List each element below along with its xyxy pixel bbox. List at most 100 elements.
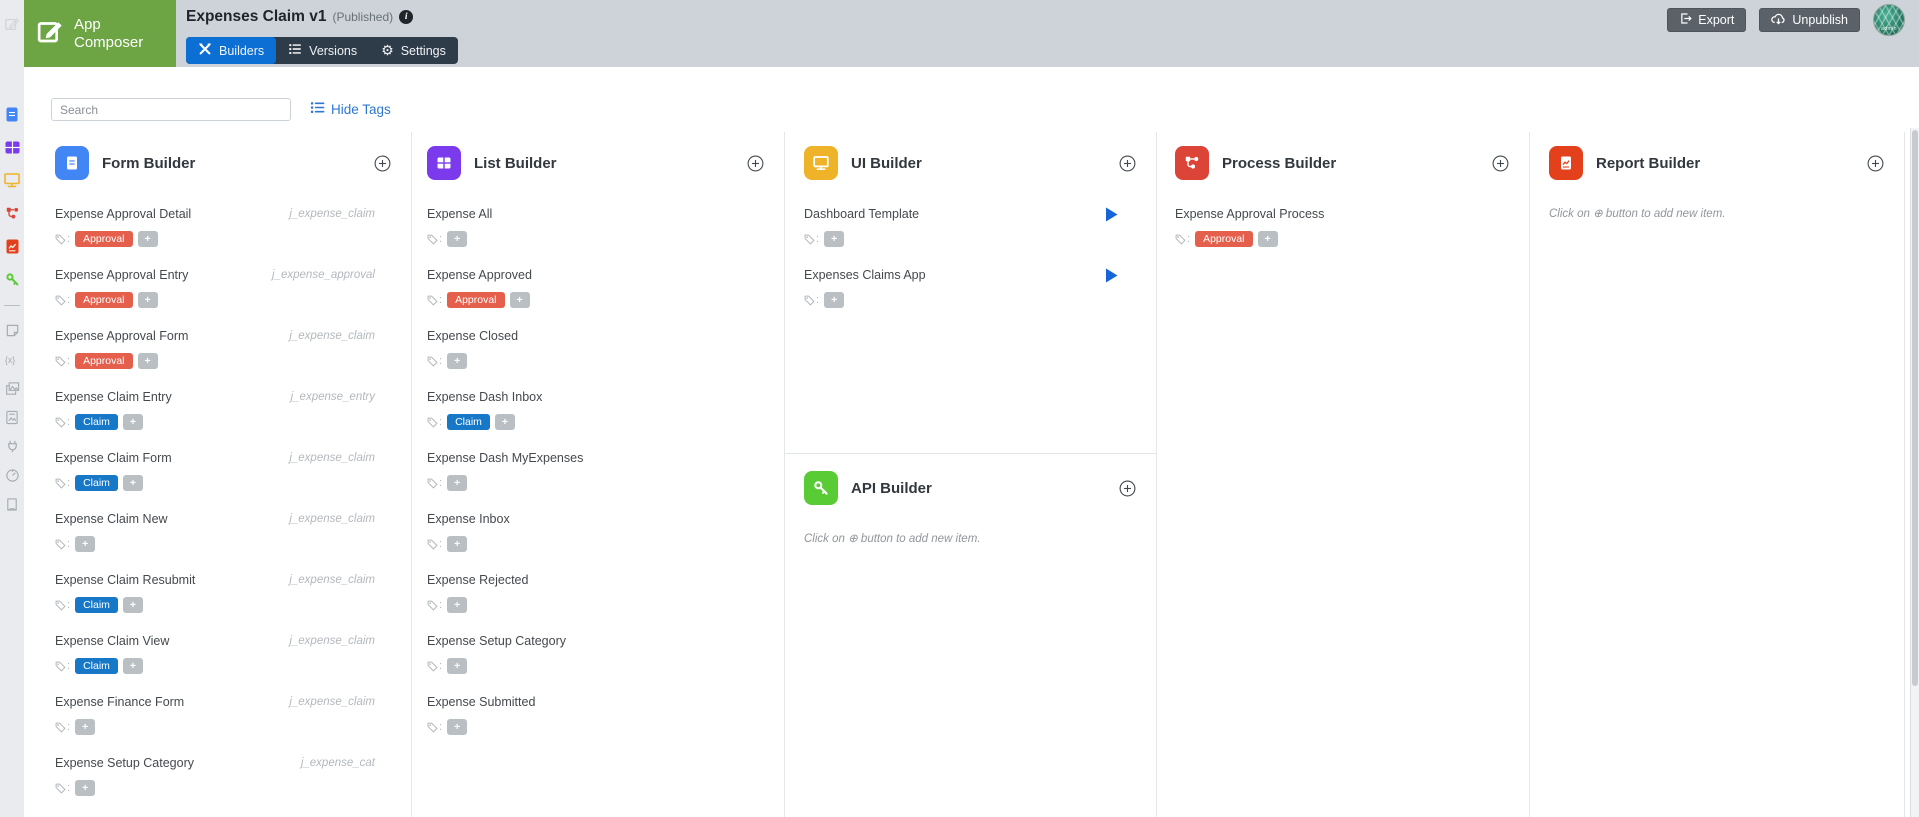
add-tag-button[interactable]: + xyxy=(447,536,468,552)
item-label[interactable]: Expense Claim View xyxy=(55,634,169,648)
info-icon[interactable]: i xyxy=(399,10,414,24)
add-item-button[interactable] xyxy=(1119,155,1136,172)
form-icon xyxy=(55,146,89,180)
tag-badge[interactable]: Claim xyxy=(75,414,118,430)
builder-item: Expense Approval Entry j_expense_approva… xyxy=(55,267,391,308)
item-label[interactable]: Expense Finance Form xyxy=(55,695,184,709)
add-tag-button[interactable]: + xyxy=(137,353,158,369)
add-tag-button[interactable]: + xyxy=(494,414,516,430)
builder-section: API Builder Click on ⊕ button to add new… xyxy=(785,453,1156,545)
builder-item: Expense Approved : Approval + xyxy=(427,267,764,308)
tab-builders[interactable]: Builders xyxy=(186,37,277,64)
user-avatar[interactable]: admin xyxy=(1873,4,1905,36)
add-item-button[interactable] xyxy=(1492,155,1509,172)
add-tag-button[interactable]: + xyxy=(509,292,530,308)
run-button[interactable] xyxy=(1105,207,1118,222)
item-label[interactable]: Expense Inbox xyxy=(427,512,510,526)
sidebar-plugin-icon[interactable] xyxy=(4,438,20,454)
add-tag-button[interactable]: + xyxy=(447,658,468,674)
sidebar-document-image-icon[interactable] xyxy=(4,409,20,425)
tag-badge[interactable]: Claim xyxy=(447,414,490,430)
tag-badge[interactable]: Approval xyxy=(1195,231,1253,247)
builder-item: Expense Finance Form j_expense_claim : + xyxy=(55,694,391,735)
tag-badge[interactable]: Approval xyxy=(75,292,133,308)
add-tag-button[interactable]: + xyxy=(447,475,468,491)
item-label[interactable]: Expense Claim Resubmit xyxy=(55,573,195,587)
item-label[interactable]: Expense Claim Form xyxy=(55,451,172,465)
item-label[interactable]: Expense Dash MyExpenses xyxy=(427,451,583,465)
app-composer-logo[interactable]: App Composer xyxy=(24,0,176,67)
item-label[interactable]: Dashboard Template xyxy=(804,207,919,221)
hide-tags-link[interactable]: Hide Tags xyxy=(310,100,391,118)
add-tag-button[interactable]: + xyxy=(824,292,845,308)
add-item-button[interactable] xyxy=(1119,480,1136,497)
sidebar-process-icon[interactable] xyxy=(4,205,20,221)
add-item-button[interactable] xyxy=(374,155,391,172)
item-label[interactable]: Expense Setup Category xyxy=(427,634,566,648)
tag-icon: : xyxy=(55,538,70,550)
item-label[interactable]: Expense Approval Entry xyxy=(55,268,188,282)
tag-badge[interactable]: Approval xyxy=(75,231,133,247)
sidebar-note-icon[interactable] xyxy=(4,322,20,338)
add-tag-button[interactable]: + xyxy=(75,780,96,796)
item-label[interactable]: Expense Approval Process xyxy=(1175,207,1324,221)
tab-settings[interactable]: ⚙ Settings xyxy=(369,37,458,64)
item-label[interactable]: Expense Claim New xyxy=(55,512,168,526)
vertical-scrollbar[interactable] xyxy=(1910,128,1919,817)
item-label[interactable]: Expense Claim Entry xyxy=(55,390,172,404)
item-label[interactable]: Expense Dash Inbox xyxy=(427,390,542,404)
add-tag-button[interactable]: + xyxy=(137,231,158,247)
add-tag-button[interactable]: + xyxy=(122,658,144,674)
scrollbar-thumb[interactable] xyxy=(1912,130,1918,686)
add-tag-button[interactable]: + xyxy=(447,719,468,735)
tag-badge[interactable]: Claim xyxy=(75,475,118,491)
tag-badge[interactable]: Claim xyxy=(75,658,118,674)
tag-badge[interactable]: Approval xyxy=(447,292,505,308)
item-label[interactable]: Expense Setup Category xyxy=(55,756,194,770)
sidebar-api-icon[interactable] xyxy=(4,271,20,287)
item-label[interactable]: Expenses Claims App xyxy=(804,268,926,282)
sidebar-media-icon[interactable] xyxy=(4,380,20,396)
sidebar-report-icon[interactable] xyxy=(4,238,20,254)
item-table-name: j_expense_claim xyxy=(289,513,375,525)
add-tag-button[interactable]: + xyxy=(75,719,96,735)
add-tag-button[interactable]: + xyxy=(75,536,96,552)
item-label[interactable]: Expense Approved xyxy=(427,268,532,282)
tag-row: : Approval + xyxy=(55,292,375,308)
item-label[interactable]: Expense Closed xyxy=(427,329,518,343)
add-tag-button[interactable]: + xyxy=(447,597,468,613)
unpublish-button[interactable]: Unpublish xyxy=(1759,8,1860,32)
builder-item: Expense Setup Category j_expense_cat : + xyxy=(55,755,391,796)
add-item-button[interactable] xyxy=(1867,155,1884,172)
run-button[interactable] xyxy=(1105,268,1118,283)
add-tag-button[interactable]: + xyxy=(137,292,158,308)
add-tag-button[interactable]: + xyxy=(122,414,144,430)
sidebar-ui-icon[interactable] xyxy=(4,172,20,188)
sidebar-variable-icon[interactable]: {x} xyxy=(4,351,20,367)
add-tag-button[interactable]: + xyxy=(824,231,845,247)
add-tag-button[interactable]: + xyxy=(1257,231,1278,247)
tag-badge[interactable]: Claim xyxy=(75,597,118,613)
tab-builders-label: Builders xyxy=(219,43,265,58)
tag-row: : + xyxy=(427,658,748,674)
search-input[interactable] xyxy=(51,98,291,121)
item-label[interactable]: Expense Rejected xyxy=(427,573,528,587)
add-tag-button[interactable]: + xyxy=(447,231,468,247)
add-item-button[interactable] xyxy=(747,155,764,172)
item-label[interactable]: Expense Approval Detail xyxy=(55,207,191,221)
unpublish-label: Unpublish xyxy=(1792,13,1848,27)
sidebar-list-icon[interactable] xyxy=(4,139,20,155)
sidebar-gauge-icon[interactable] xyxy=(4,467,20,483)
item-label[interactable]: Expense Approval Form xyxy=(55,329,188,343)
sidebar-form-icon[interactable] xyxy=(4,106,20,122)
add-tag-button[interactable]: + xyxy=(447,353,468,369)
tab-versions[interactable]: Versions xyxy=(276,37,369,64)
item-label[interactable]: Expense Submitted xyxy=(427,695,535,709)
tag-badge[interactable]: Approval xyxy=(75,353,133,369)
add-tag-button[interactable]: + xyxy=(122,475,144,491)
export-button[interactable]: Export xyxy=(1667,8,1747,32)
sidebar-pages-icon[interactable] xyxy=(4,496,20,512)
item-label[interactable]: Expense All xyxy=(427,207,492,221)
add-tag-button[interactable]: + xyxy=(122,597,144,613)
tag-icon: : xyxy=(427,416,442,428)
